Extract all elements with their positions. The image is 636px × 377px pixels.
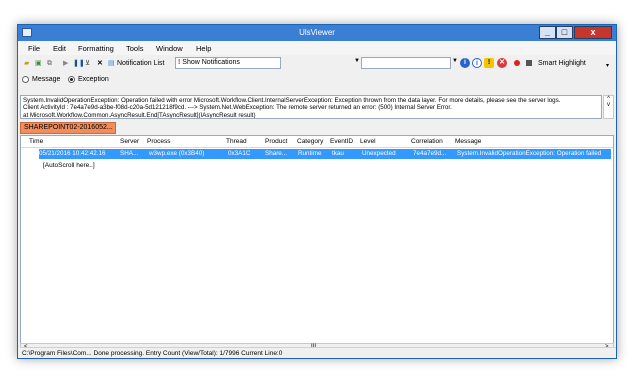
minimize-button[interactable]: _ <box>539 26 556 39</box>
column-header-category[interactable]: Category <box>297 138 323 145</box>
column-header-correlation[interactable]: Correlation <box>411 138 443 145</box>
message-scrollbar[interactable]: ^ v <box>603 95 614 119</box>
message-radio-label: Message <box>32 76 61 83</box>
column-header-server[interactable]: Server <box>120 138 139 145</box>
grid-header: Time Server Process Thread Product Categ… <box>21 136 613 148</box>
notification-list-icon: ▤ <box>108 60 115 67</box>
close-button[interactable]: x <box>574 26 612 39</box>
cell-time: 05/21/2016 10:42:42.16 <box>39 150 106 157</box>
smart-highlight-button[interactable]: Smart Highlight <box>538 58 586 69</box>
menu-tools[interactable]: Tools <box>126 44 144 53</box>
menu-formatting[interactable]: Formatting <box>78 44 114 53</box>
log-grid: Time Server Process Thread Product Categ… <box>20 135 614 345</box>
column-header-thread[interactable]: Thread <box>226 138 247 145</box>
column-header-time[interactable]: Time <box>29 138 43 145</box>
cell-eventid: tkau <box>332 150 344 157</box>
toolbar-overflow-icon[interactable]: ▾ <box>606 61 609 72</box>
menu-help[interactable]: Help <box>196 44 211 53</box>
notification-list-button[interactable]: Notification List <box>117 58 164 69</box>
window-title: UlsViewer <box>299 28 335 37</box>
message-detail-box[interactable]: System.InvalidOperationException: Operat… <box>20 95 602 119</box>
message-line: Client ActivityId : 7e4a7e9d-a3be-f08d-c… <box>23 104 452 112</box>
menu-window[interactable]: Window <box>156 44 183 53</box>
cell-server: SHA... <box>120 150 139 157</box>
chevron-down-icon[interactable]: ▼ <box>354 58 360 64</box>
autoscroll-row[interactable]: [AutoScroll here..] <box>43 162 95 169</box>
cell-thread: 0x3A1C <box>228 150 251 157</box>
filter-radio-group: Message Exception <box>18 73 616 86</box>
error-icon[interactable]: ✕ <box>497 58 507 68</box>
verbose-info-icon[interactable]: i <box>472 58 482 68</box>
new-file-icon[interactable]: ▣ <box>35 58 42 69</box>
pause-icon[interactable]: ❚❚ <box>73 58 85 69</box>
status-bar: C:\Program Files\Com... Done processing.… <box>20 347 616 358</box>
column-header-message[interactable]: Message <box>455 138 481 145</box>
open-folder-icon[interactable]: ▰ <box>24 58 29 69</box>
column-header-level[interactable]: Level <box>360 138 376 145</box>
chevron-down-icon[interactable]: v <box>604 102 613 108</box>
message-radio[interactable] <box>22 76 29 83</box>
show-notifications-button[interactable]: ! Show Notifications <box>175 57 281 69</box>
app-window: UlsViewer _ □ x File Edit Formatting Too… <box>17 24 617 359</box>
column-header-eventid[interactable]: EventID <box>330 138 353 145</box>
stop-icon[interactable] <box>526 60 532 66</box>
cell-category: Runtime <box>298 150 322 157</box>
table-row[interactable]: 05/21/2016 10:42:42.16 SHA... w3wp.exe (… <box>39 149 611 159</box>
cell-correlation: 7e4a7e9d... <box>413 150 447 157</box>
message-line: at Microsoft.Workflow.Common.AsyncResult… <box>23 111 256 119</box>
tab-sharepoint-log[interactable]: SHAREPOINT02-2016052... <box>20 122 116 134</box>
cell-message: System.InvalidOperationException: Operat… <box>457 150 602 157</box>
toolbar: ▰ ▣ ⧉ ▶ ❚❚ ⊻ ✕ ▤ Notification List ! Sho… <box>18 55 616 73</box>
info-icon[interactable]: i <box>460 58 470 68</box>
maximize-button[interactable]: □ <box>556 26 573 39</box>
tree-icon[interactable]: ⧉ <box>47 58 52 69</box>
title-bar: UlsViewer _ □ x <box>18 25 616 41</box>
chevron-down-icon[interactable]: ▼ <box>452 58 458 64</box>
warning-icon[interactable]: ! <box>484 58 494 68</box>
play-icon[interactable]: ▶ <box>63 58 68 69</box>
clear-icon[interactable]: ✕ <box>97 58 103 69</box>
menu-edit[interactable]: Edit <box>53 44 66 53</box>
filter-icon[interactable]: ⊻ <box>85 58 90 69</box>
exclamation-icon: ! <box>178 59 181 66</box>
menu-bar: File Edit Formatting Tools Window Help <box>18 41 616 55</box>
record-icon[interactable] <box>514 60 520 66</box>
cell-product: Share... <box>265 150 288 157</box>
exception-radio[interactable] <box>68 76 75 83</box>
menu-file[interactable]: File <box>28 44 40 53</box>
column-header-process[interactable]: Process <box>147 138 170 145</box>
cell-process: w3wp.exe (0x3B40) <box>149 150 205 157</box>
exception-radio-label: Exception <box>78 76 109 83</box>
column-header-product[interactable]: Product <box>265 138 287 145</box>
cell-level: Unexpected <box>362 150 396 157</box>
message-line: System.InvalidOperationException: Operat… <box>23 97 561 104</box>
filter-dropdown[interactable] <box>361 57 451 69</box>
